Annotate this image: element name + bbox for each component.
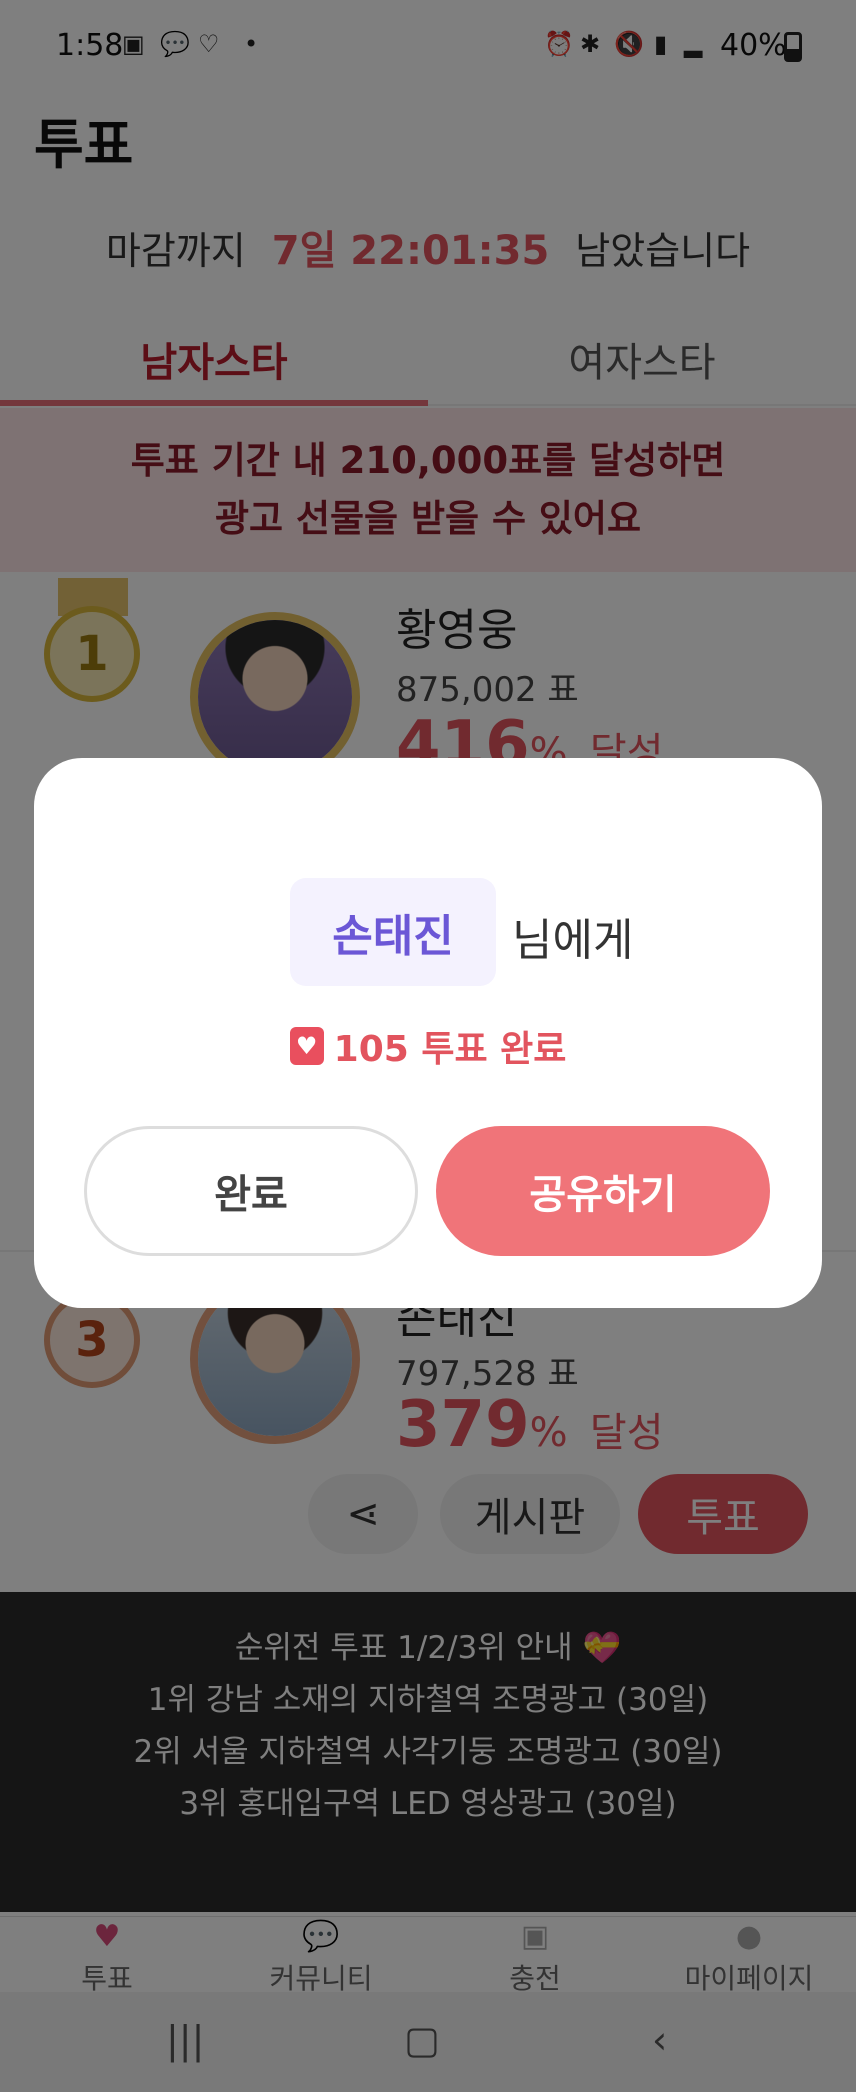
done-button[interactable]: 완료 <box>84 1126 418 1256</box>
vote-result: ♥ 105 투표 완료 <box>34 1020 822 1072</box>
vote-result-text: 105 투표 완료 <box>333 1029 567 1070</box>
heart-icon: ♥ <box>289 1027 324 1065</box>
vote-complete-dialog: 손태진 님에게 ♥ 105 투표 완료 완료 공유하기 <box>34 758 822 1308</box>
share-dialog-button[interactable]: 공유하기 <box>436 1126 770 1256</box>
recipient-suffix: 님에게 <box>512 915 634 966</box>
recipient-name: 손태진 <box>290 878 496 986</box>
